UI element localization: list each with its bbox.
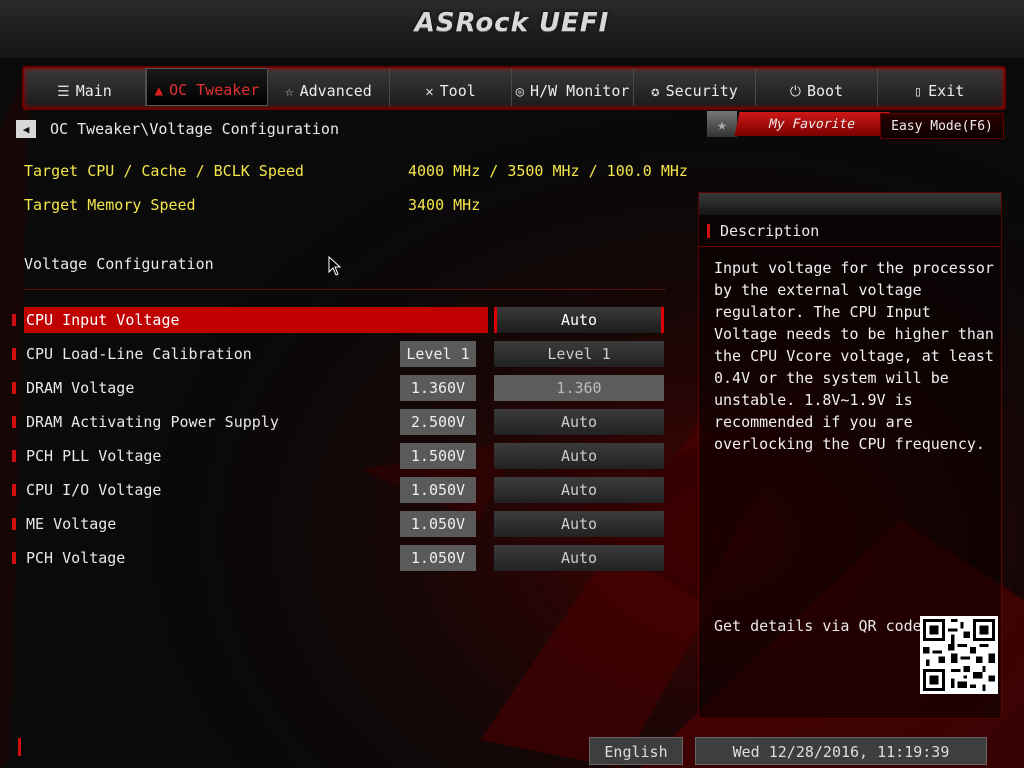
target-cpu-speed-value: 4000 MHz / 3500 MHz / 100.0 MHz (408, 162, 688, 180)
current-value: Level 1 (400, 341, 476, 367)
row-marker (12, 518, 16, 530)
language-button[interactable]: English (589, 737, 683, 765)
gauge-icon: ◎ (515, 84, 525, 100)
wrench-icon: ✕ (425, 84, 434, 100)
description-header: Description (699, 215, 1001, 247)
setting-value-select[interactable]: Auto (494, 443, 664, 469)
qr-code (920, 616, 998, 694)
setting-value-select[interactable]: Auto (494, 409, 664, 435)
breadcrumb-path: OC Tweaker\Voltage Configuration (50, 120, 339, 138)
easy-mode-button[interactable]: Easy Mode(F6) (880, 113, 1004, 139)
setting-row-cpu-io-voltage[interactable]: CPU I/O Voltage 1.050V Auto (12, 477, 668, 503)
setting-row-cpu-load-line-calibration[interactable]: CPU Load-Line Calibration Level 1 Level … (12, 341, 668, 367)
current-value: 1.050V (400, 511, 476, 537)
section-divider (24, 289, 666, 290)
setting-value-select[interactable]: Auto (494, 477, 664, 503)
setting-value-select[interactable]: Auto (494, 511, 664, 537)
tab-hw-monitor[interactable]: ◎ H/W Monitor (512, 68, 634, 106)
setting-row-me-voltage[interactable]: ME Voltage 1.050V Auto (12, 511, 668, 537)
tab-oc-tweaker[interactable]: ▲ OC Tweaker (146, 68, 268, 106)
setting-value-select[interactable]: Auto (494, 545, 664, 571)
current-value: 1.050V (400, 477, 476, 503)
my-favorite-button[interactable]: ★ My Favorite (707, 111, 890, 137)
back-button[interactable]: ◀ (16, 120, 36, 138)
main-tabs: ☰ Main ▲ OC Tweaker ☆ Advanced ✕ Tool ◎ H/W M… (24, 68, 1000, 106)
mouse-cursor-icon (328, 256, 342, 276)
tab-main[interactable]: ☰ Main (24, 68, 146, 106)
current-value: 1.050V (400, 545, 476, 571)
description-panel: Description Input voltage for the proces… (698, 192, 1002, 719)
row-marker (12, 314, 16, 326)
current-value: 2.500V (400, 409, 476, 435)
power-icon: ⏻ (789, 84, 801, 100)
row-marker (12, 484, 16, 496)
my-favorite-label: My Favorite (734, 112, 890, 136)
flame-icon: ▲ (154, 83, 164, 99)
row-marker (12, 382, 16, 394)
setting-value-select[interactable]: Auto (494, 307, 664, 333)
row-marker (12, 450, 16, 462)
qr-code-label: Get details via QR code (714, 617, 922, 635)
current-value: 1.360V (400, 375, 476, 401)
footer-marker (18, 738, 21, 756)
tab-security[interactable]: ✪ Security (634, 68, 756, 106)
row-marker (12, 416, 16, 428)
target-memory-speed-value: 3400 MHz (408, 196, 481, 214)
list-icon: ☰ (57, 84, 70, 100)
setting-value-input[interactable]: 1.360 (494, 375, 664, 401)
target-cpu-speed-label: Target CPU / Cache / BCLK Speed (24, 162, 304, 180)
date-time-display: Wed 12/28/2016, 11:19:39 (695, 737, 987, 765)
setting-row-cpu-input-voltage[interactable]: CPU Input Voltage Auto (12, 307, 668, 333)
row-marker (12, 552, 16, 564)
header-bar: ASRock UEFI (0, 0, 1024, 58)
setting-row-pch-voltage[interactable]: PCH Voltage 1.050V Auto (12, 545, 668, 571)
setting-row-dram-voltage[interactable]: DRAM Voltage 1.360V 1.360 (12, 375, 668, 401)
current-value: 1.500V (400, 443, 476, 469)
setting-row-dram-activating-power-supply[interactable]: DRAM Activating Power Supply 2.500V Auto (12, 409, 668, 435)
tab-boot[interactable]: ⏻ Boot (756, 68, 878, 106)
setting-label: CPU Input Voltage (24, 307, 488, 333)
favorite-star-icon: ★ (707, 111, 737, 137)
tab-tool[interactable]: ✕ Tool (390, 68, 512, 106)
asrock-uefi-logo: ASRock UEFI (414, 8, 610, 38)
setting-value-select[interactable]: Level 1 (494, 341, 664, 367)
description-panel-top (699, 193, 1001, 215)
tab-exit[interactable]: ▯ Exit (878, 68, 1000, 106)
section-title: Voltage Configuration (24, 255, 214, 273)
header-marker (707, 223, 710, 238)
tab-advanced[interactable]: ☆ Advanced (268, 68, 390, 106)
shield-icon: ✪ (651, 84, 660, 100)
setting-row-pch-pll-voltage[interactable]: PCH PLL Voltage 1.500V Auto (12, 443, 668, 469)
door-icon: ▯ (913, 84, 923, 100)
back-arrow-icon: ◀ (22, 122, 30, 136)
description-title: Description (720, 221, 820, 240)
star-icon: ☆ (285, 84, 294, 100)
target-memory-speed-label: Target Memory Speed (24, 196, 196, 214)
row-marker (12, 348, 16, 360)
breadcrumb: ◀ OC Tweaker\Voltage Configuration (16, 120, 339, 138)
description-text: Input voltage for the processor by the e… (714, 259, 994, 453)
